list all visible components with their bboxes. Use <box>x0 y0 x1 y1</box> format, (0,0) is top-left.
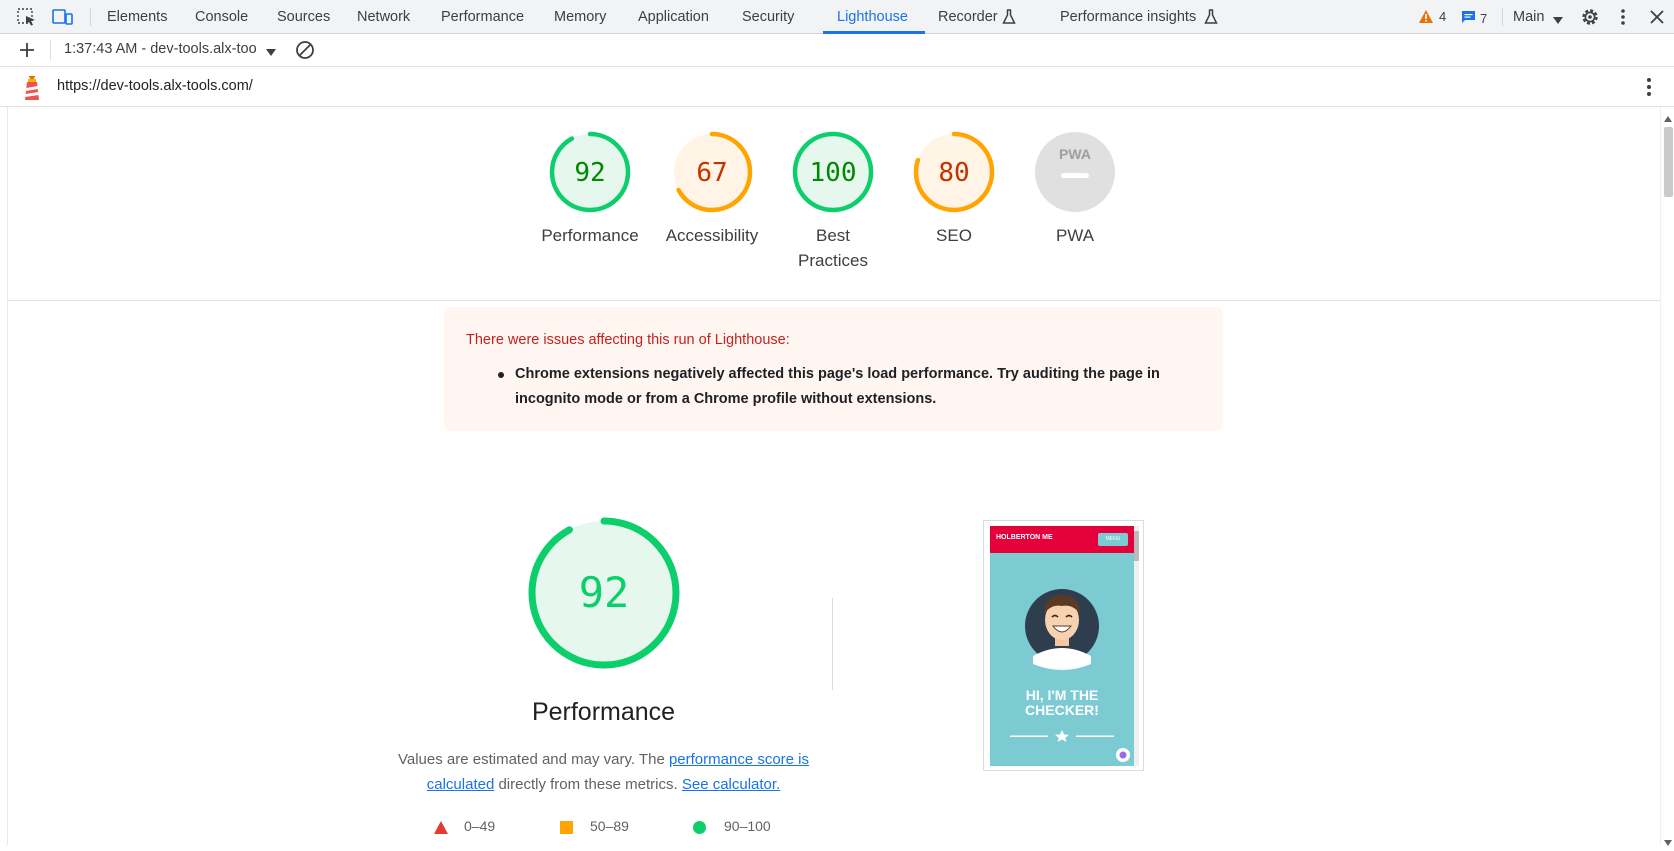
score-label: PWA <box>1055 226 1095 245</box>
report-dropdown-arrow-icon[interactable] <box>266 44 276 56</box>
lighthouse-logo-icon <box>22 73 42 101</box>
legend-average-range: 50–89 <box>590 818 629 834</box>
gauge-ring: 67 <box>671 131 753 213</box>
scroll-up-arrow-icon[interactable] <box>1664 109 1672 122</box>
score-label: Performance <box>541 226 639 245</box>
devtools-toolbar: Elements Console Sources Network Perform… <box>0 0 1674 34</box>
screenshot-page: HOLBERTON ME MENU HI, I'M THE CHECKER! <box>990 526 1134 766</box>
tab-console[interactable]: Console <box>195 0 248 34</box>
screenshot-hero-text: HI, I'M THE CHECKER! <box>1025 687 1099 718</box>
gauge-ring: PWA <box>1035 132 1115 212</box>
gauge-ring: 100 <box>792 131 874 213</box>
audited-url[interactable]: https://dev-tools.alx-tools.com/ <box>57 78 253 94</box>
tab-sources[interactable]: Sources <box>277 0 330 34</box>
clear-block-icon[interactable] <box>295 40 315 60</box>
close-icon[interactable] <box>1650 10 1664 24</box>
tab-performance[interactable]: Performance <box>441 0 524 34</box>
warnings-title: There were issues affecting this run of … <box>466 332 790 348</box>
score-gauge-pwa[interactable]: PWA PWA <box>1033 130 1117 248</box>
warning-item: Chrome extensions negatively affected th… <box>515 366 1160 407</box>
big-gauge-ring: 92 <box>528 517 680 669</box>
pwa-na-dash <box>1061 173 1089 178</box>
add-new-report-icon[interactable] <box>18 41 36 59</box>
scrollbar-thumb[interactable] <box>1664 127 1673 197</box>
performance-description: Values are estimated and may vary. The p… <box>396 747 811 797</box>
tab-application[interactable]: Application <box>638 0 709 34</box>
report-selector[interactable]: 1:37:43 AM - dev-tools.alx-too <box>64 41 257 57</box>
warnings-count[interactable]: 4 <box>1439 0 1446 34</box>
desc-mid: directly from these metrics. <box>494 776 682 793</box>
device-toolbar-icon[interactable] <box>52 8 73 26</box>
report-menu-icon[interactable] <box>1646 77 1652 97</box>
score-gauge-seo[interactable]: 80 SEO <box>912 130 996 248</box>
more-options-icon[interactable] <box>1620 8 1626 26</box>
desc-prefix: Values are estimated and may vary. The <box>397 751 669 768</box>
gauge-ring: 80 <box>913 131 995 213</box>
toolbar-divider <box>1502 8 1503 26</box>
context-selector[interactable]: Main <box>1513 0 1544 34</box>
section-divider <box>7 300 1660 301</box>
final-screenshot[interactable]: HOLBERTON ME MENU HI, I'M THE CHECKER! <box>983 520 1144 771</box>
tab-network[interactable]: Network <box>357 0 410 34</box>
see-calculator-link[interactable]: See calculator. <box>682 776 780 793</box>
average-square-icon <box>560 821 573 834</box>
bullet <box>498 372 504 378</box>
pass-circle-icon <box>693 821 706 834</box>
divider <box>50 40 51 60</box>
pwa-badge-text: PWA <box>1059 146 1091 162</box>
score-gauge-accessibility[interactable]: 67 Accessibility <box>666 130 758 248</box>
star-divider-icon <box>1010 729 1114 742</box>
performance-score-value: 92 <box>579 568 630 617</box>
warning-icon[interactable] <box>1418 9 1434 24</box>
score-value: 80 <box>938 158 969 188</box>
runtime-warnings-box: There were issues affecting this run of … <box>444 307 1223 431</box>
tab-lighthouse[interactable]: Lighthouse <box>837 0 908 34</box>
tab-memory[interactable]: Memory <box>554 0 606 34</box>
message-icon[interactable] <box>1461 10 1476 24</box>
score-label: SEO <box>936 226 972 245</box>
tab-performance-insights[interactable]: Performance insights <box>1060 0 1196 34</box>
score-value: 92 <box>574 158 605 188</box>
legend-pass-range: 90–100 <box>724 818 771 834</box>
score-value: 100 <box>810 158 857 188</box>
report-url-bar: https://dev-tools.alx-tools.com/ <box>0 67 1674 107</box>
messages-count[interactable]: 7 <box>1480 2 1487 36</box>
score-value: 67 <box>696 158 727 188</box>
vertical-separator <box>832 598 833 690</box>
score-label: Best Practices <box>798 226 868 270</box>
inspect-element-icon[interactable] <box>17 8 37 26</box>
dropdown-arrow-icon[interactable] <box>1553 12 1563 24</box>
scroll-down-arrow-icon[interactable] <box>1664 833 1672 846</box>
screenshot-menu-button: MENU <box>1098 533 1128 546</box>
score-gauge-performance[interactable]: 92 Performance <box>541 130 639 248</box>
report-scrollbar[interactable] <box>1660 107 1674 846</box>
performance-heading: Performance <box>531 698 676 726</box>
screenshot-brand: HOLBERTON ME <box>996 534 1053 541</box>
toolbar-divider <box>90 8 91 26</box>
lighthouse-session-bar: 1:37:43 AM - dev-tools.alx-too <box>0 34 1674 67</box>
legend-fail-range: 0–49 <box>464 818 496 834</box>
chat-widget-icon <box>1116 748 1130 762</box>
fail-triangle-icon <box>434 821 448 834</box>
gauge-ring: 92 <box>549 131 631 213</box>
performance-big-gauge: 92 <box>527 516 681 670</box>
screenshot-scrollbar <box>1134 526 1139 766</box>
tab-recorder[interactable]: Recorder <box>938 0 998 34</box>
score-gauge-best-practices[interactable]: 100 Best Practices <box>791 130 875 273</box>
experiment-flask-icon <box>1002 9 1016 25</box>
settings-gear-icon[interactable] <box>1580 7 1600 27</box>
experiment-flask-icon <box>1204 9 1218 25</box>
tab-elements[interactable]: Elements <box>107 0 167 34</box>
tab-security[interactable]: Security <box>742 0 794 34</box>
screenshot-header: HOLBERTON ME MENU <box>990 526 1134 553</box>
score-label: Accessibility <box>665 226 759 245</box>
avatar-illustration-icon <box>1023 584 1101 674</box>
